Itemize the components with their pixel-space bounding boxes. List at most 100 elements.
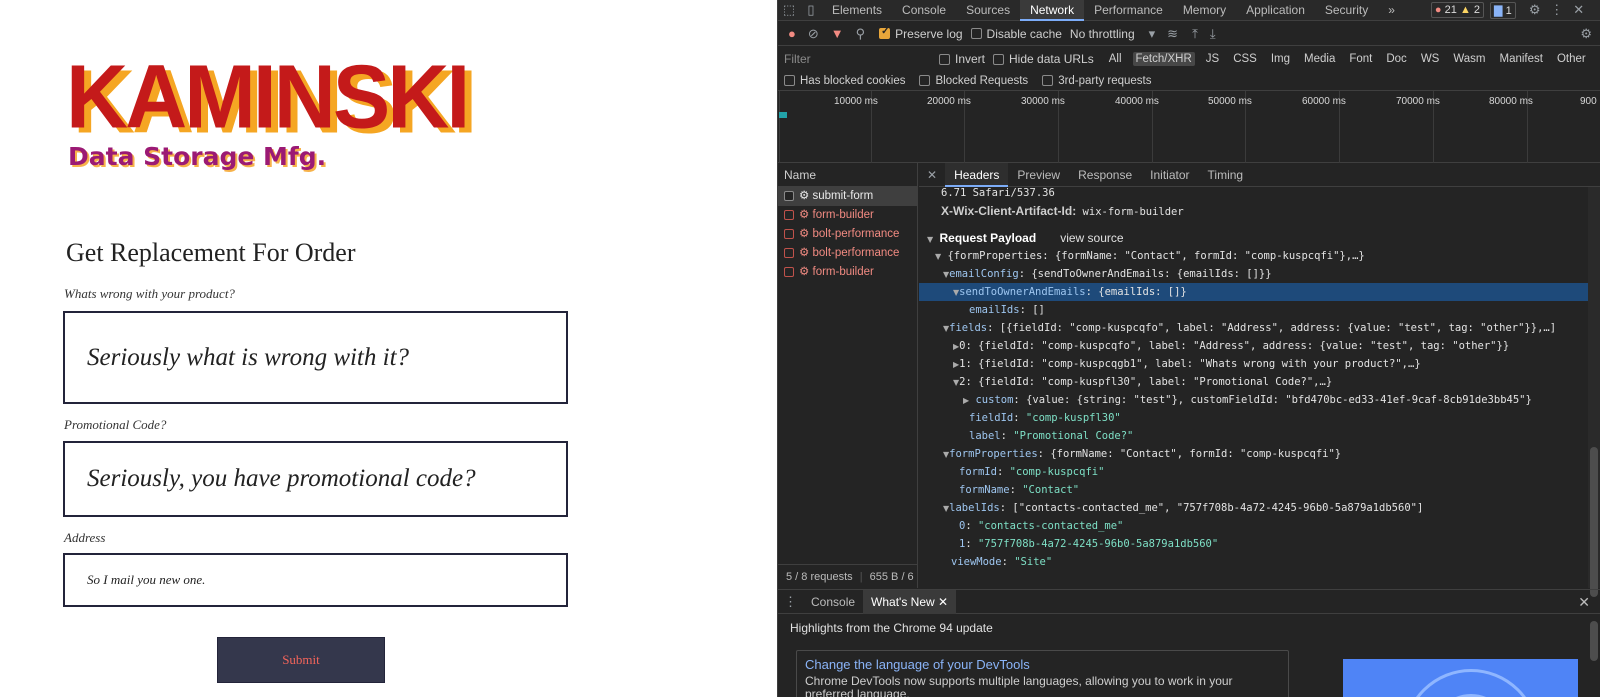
type-js[interactable]: JS (1203, 52, 1222, 66)
clear-icon[interactable]: ⊘ (808, 26, 819, 42)
inspect-element-icon[interactable]: ⬚ (778, 2, 800, 18)
close-drawer-icon[interactable]: ✕ (1578, 594, 1590, 611)
settings-gear-icon[interactable]: ⚙ (1524, 2, 1546, 18)
name-column-header[interactable]: Name (778, 163, 917, 187)
drawer-tab-console[interactable]: Console (803, 590, 863, 614)
address-field[interactable]: So I mail you new one. (63, 553, 568, 607)
type-font[interactable]: Font (1346, 52, 1375, 66)
drawer-menu-icon[interactable]: ⋮ (784, 594, 797, 610)
promo-code-field[interactable]: Seriously, you have promotional code? (63, 441, 568, 517)
has-blocked-cookies-checkbox[interactable] (784, 75, 795, 86)
blocked-requests-checkbox[interactable] (919, 75, 931, 86)
record-icon[interactable]: ● (788, 26, 796, 41)
type-ws[interactable]: WS (1418, 52, 1443, 66)
tab-headers[interactable]: Headers (945, 162, 1009, 187)
payload-line[interactable]: formId: "comp-kuspcqfi" (919, 463, 1588, 481)
view-source-link[interactable]: view source (1060, 231, 1123, 245)
search-icon[interactable]: ⚲ (856, 26, 866, 42)
type-doc[interactable]: Doc (1383, 52, 1409, 66)
type-other[interactable]: Other (1554, 52, 1589, 66)
close-detail-icon[interactable]: ✕ (919, 168, 945, 182)
preserve-log-checkbox[interactable] (879, 26, 891, 39)
message-count: 1 (1505, 4, 1512, 17)
tab-performance[interactable]: Performance (1084, 0, 1173, 21)
tab-console[interactable]: Console (892, 0, 956, 21)
payload-line-selected[interactable]: ▼sendToOwnerAndEmails: {emailIds: []} (919, 283, 1588, 301)
submit-button[interactable]: Submit (217, 637, 385, 683)
payload-line[interactable]: ▶0: {fieldId: "comp-kuspcqfo", label: "A… (919, 337, 1588, 355)
tab-application[interactable]: Application (1236, 0, 1315, 21)
timeline-tick: 20000 ms (927, 96, 971, 107)
type-manifest[interactable]: Manifest (1497, 52, 1546, 66)
type-all[interactable]: All (1106, 52, 1125, 66)
close-tab-icon[interactable]: ✕ (938, 595, 948, 609)
invert-checkbox[interactable] (939, 53, 950, 65)
export-har-icon[interactable]: ⤓ (1210, 26, 1216, 42)
filter-funnel-icon[interactable]: ▼ (831, 26, 844, 41)
payload-scrollbar[interactable] (1588, 187, 1600, 597)
request-row[interactable]: ⚙ bolt-performance (778, 225, 917, 244)
request-row[interactable]: ⚙ form-builder (778, 206, 917, 225)
tab-preview[interactable]: Preview (1008, 163, 1069, 187)
issues-badge[interactable]: ● 21 ▲ 2 (1430, 2, 1485, 18)
payload-line[interactable]: formName: "Contact" (919, 481, 1588, 499)
type-fetch-xhr[interactable]: Fetch/XHR (1132, 52, 1195, 66)
card-title-link[interactable]: Change the language of your DevTools (805, 657, 1280, 672)
hide-data-urls-checkbox[interactable] (993, 53, 1005, 65)
payload-line[interactable]: ▼fields: [{fieldId: "comp-kuspcqfo", lab… (919, 319, 1588, 337)
payload-line[interactable]: ▶1: {fieldId: "comp-kuspcqgb1", label: "… (919, 355, 1588, 373)
import-har-icon[interactable]: ⤒ (1192, 26, 1198, 42)
tab-sources[interactable]: Sources (956, 0, 1020, 21)
filter-input[interactable]: Filter (784, 52, 929, 66)
throttling-select[interactable]: No throttling (1070, 27, 1135, 41)
chevron-down-icon[interactable]: ▾ (1149, 26, 1156, 42)
request-row[interactable]: ⚙ submit-form (778, 187, 917, 206)
drawer-scrollbar[interactable] (1590, 621, 1598, 661)
tab-security[interactable]: Security (1315, 0, 1378, 21)
payload-line[interactable]: ▼labelIds: ["contacts-contacted_me", "75… (919, 499, 1588, 517)
tab-response[interactable]: Response (1069, 163, 1141, 187)
tab-timing[interactable]: Timing (1199, 163, 1253, 187)
request-row[interactable]: ⚙ form-builder (778, 263, 917, 282)
type-media[interactable]: Media (1301, 52, 1338, 66)
logo-subtitle: Data Storage Mfg. (68, 142, 327, 171)
request-row[interactable]: ⚙ bolt-performance (778, 244, 917, 263)
payload-value: {formProperties: {formName: "Contact", f… (947, 250, 1365, 262)
type-css[interactable]: CSS (1230, 52, 1260, 66)
tab-memory[interactable]: Memory (1173, 0, 1236, 21)
scrollbar-thumb[interactable] (1590, 447, 1598, 597)
third-party-checkbox[interactable] (1042, 75, 1054, 86)
disable-cache-checkbox[interactable] (970, 28, 982, 39)
drawer-tab-whats-new[interactable]: What's New ✕ (863, 589, 957, 614)
payload-key: label (969, 430, 1001, 442)
payload-line[interactable]: ▶ custom: {value: {string: "test"}, cust… (919, 391, 1588, 409)
payload-line[interactable]: ▼emailConfig: {sendToOwnerAndEmails: {em… (919, 265, 1588, 283)
payload-line[interactable]: emailIds: [] (919, 301, 1588, 319)
payload-line[interactable]: ▼2: {fieldId: "comp-kuspfl30", label: "P… (919, 373, 1588, 391)
network-settings-gear-icon[interactable]: ⚙ (1580, 26, 1592, 42)
tab-initiator[interactable]: Initiator (1141, 163, 1198, 187)
tab-network[interactable]: Network (1020, 0, 1085, 21)
messages-badge[interactable]: ▇ 1 (1490, 1, 1516, 19)
expand-triangle-icon: ▼ (927, 235, 934, 244)
type-wasm[interactable]: Wasm (1450, 52, 1488, 66)
payload-line[interactable]: 0: "contacts-contacted_me" (919, 517, 1588, 535)
type-img[interactable]: Img (1268, 52, 1293, 66)
problem-field[interactable]: Seriously what is wrong with it? (63, 311, 568, 404)
payload-line[interactable]: fieldId: "comp-kuspfl30" (919, 409, 1588, 427)
payload-key: viewMode (951, 556, 1002, 568)
payload-line[interactable]: ▼formProperties: {formName: "Contact", f… (919, 445, 1588, 463)
close-devtools-icon[interactable]: ✕ (1568, 2, 1590, 18)
payload-line[interactable]: label: "Promotional Code?" (919, 427, 1588, 445)
network-overview-timeline[interactable]: 10000 ms 20000 ms 30000 ms 40000 ms 5000… (778, 91, 1600, 163)
whats-new-card[interactable]: Change the language of your DevTools Chr… (796, 650, 1289, 697)
kebab-menu-icon[interactable]: ⋮ (1546, 2, 1568, 18)
payload-section-header[interactable]: ▼ Request Payload view source (919, 229, 1588, 247)
payload-line[interactable]: 1: "757f708b-4a72-4245-96b0-5a879a1db560… (919, 535, 1588, 553)
more-tabs-chevron-icon[interactable]: » (1378, 0, 1405, 21)
device-toolbar-icon[interactable]: ▯ (800, 2, 822, 18)
tab-elements[interactable]: Elements (822, 0, 892, 21)
payload-line[interactable]: ▼ {formProperties: {formName: "Contact",… (919, 247, 1588, 265)
network-conditions-wifi-icon[interactable]: ≋ (1167, 26, 1178, 42)
payload-line[interactable]: viewMode: "Site" (919, 553, 1588, 571)
